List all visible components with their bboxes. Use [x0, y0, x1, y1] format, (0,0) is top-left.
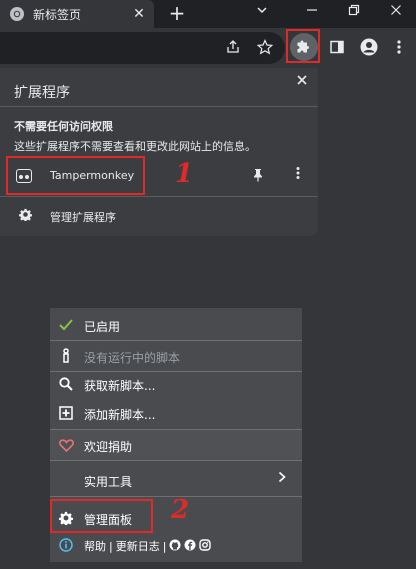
permission-heading: 不需要任何访问权限 — [14, 120, 113, 133]
info-icon — [58, 537, 74, 553]
side-panel-button[interactable] — [326, 36, 348, 58]
plus-box-icon — [58, 405, 74, 421]
changelog-link[interactable]: 更新日志 — [116, 538, 160, 554]
menu-item-label: 欢迎捐助 — [84, 440, 133, 454]
close-window-button[interactable] — [384, 2, 408, 24]
heart-icon — [58, 437, 74, 453]
pin-button[interactable] — [250, 168, 266, 184]
tab-title: 新标签页 — [33, 8, 82, 22]
menu-item-utilities[interactable]: 实用工具 — [50, 465, 302, 495]
menu-item-label: 没有运行中的脚本 — [84, 351, 181, 365]
profile-icon — [360, 38, 378, 56]
permission-description: 这些扩展程序不需要查看和更改此网站上的信息。 — [14, 140, 256, 153]
menu-item-get-scripts[interactable]: 获取新脚本... — [50, 369, 302, 399]
divider — [50, 460, 302, 461]
chrome-icon — [10, 7, 24, 21]
menu-item-add-script[interactable]: 添加新脚本... — [50, 398, 302, 428]
more-vert-icon — [397, 40, 401, 54]
extensions-panel: 扩展程序 不需要任何访问权限 这些扩展程序不需要查看和更改此网站上的信息。 Ta… — [0, 68, 318, 236]
close-icon — [297, 75, 307, 85]
menu-item-no-scripts: 没有运行中的脚本 — [50, 341, 302, 371]
divider — [0, 196, 318, 197]
manage-extensions-label: 管理扩展程序 — [50, 211, 116, 224]
menu-item-label: 获取新脚本... — [84, 379, 156, 393]
menu-footer: 帮助 | 更新日志 | — [50, 530, 302, 560]
help-link[interactable]: 帮助 — [84, 538, 106, 554]
annotation-number-1: 1 — [175, 159, 194, 189]
tab-search-button[interactable] — [250, 2, 274, 24]
footer-separator: | — [162, 539, 167, 553]
restore-icon — [348, 4, 360, 16]
annotation-box-extensions — [286, 29, 320, 63]
more-vert-icon — [296, 167, 300, 179]
star-icon — [257, 39, 273, 55]
minimize-button[interactable] — [300, 2, 324, 24]
menu-item-donate[interactable]: 欢迎捐助 — [50, 430, 302, 460]
check-icon — [58, 317, 74, 333]
annotation-box-tampermonkey — [6, 156, 145, 195]
footer-separator: | — [109, 539, 113, 553]
restore-button[interactable] — [342, 2, 366, 24]
tab-close-button[interactable]: ✕ — [130, 5, 148, 23]
gear-icon — [18, 208, 32, 222]
menu-item-label: 实用工具 — [84, 475, 133, 489]
search-icon — [58, 376, 74, 392]
minimize-icon — [307, 9, 317, 11]
pin-icon — [254, 169, 262, 182]
close-icon — [391, 5, 401, 15]
chevron-right-icon — [278, 471, 286, 487]
share-icon — [227, 40, 239, 53]
facebook-icon[interactable] — [184, 539, 196, 554]
annotation-number-2: 2 — [171, 495, 190, 525]
bookmark-button[interactable] — [254, 36, 276, 58]
profile-button[interactable] — [358, 36, 380, 58]
menu-item-label: 添加新脚本... — [84, 408, 156, 422]
title-bar: 新标签页 ✕ + — [0, 0, 416, 28]
menu-item-label: 已启用 — [84, 320, 121, 334]
side-panel-icon — [330, 40, 344, 54]
divider — [0, 106, 318, 107]
panel-title: 扩展程序 — [14, 85, 70, 101]
manage-extensions-row[interactable]: 管理扩展程序 — [0, 204, 318, 230]
instagram-icon[interactable] — [199, 538, 212, 554]
extension-more-button[interactable] — [290, 166, 306, 186]
browser-toolbar — [0, 28, 416, 68]
chevron-down-icon — [257, 7, 267, 14]
menu-item-enabled[interactable]: 已启用 — [50, 310, 302, 340]
panel-close-button[interactable] — [292, 71, 312, 91]
share-button[interactable] — [222, 36, 244, 58]
chrome-menu-button[interactable] — [388, 36, 410, 58]
annotation-box-dashboard — [50, 499, 153, 533]
browser-tab[interactable]: 新标签页 ✕ — [0, 0, 154, 28]
new-tab-button[interactable]: + — [167, 3, 187, 23]
script-icon — [58, 348, 74, 364]
github-icon[interactable] — [169, 539, 181, 554]
footer-links: 帮助 | 更新日志 | — [84, 538, 212, 554]
